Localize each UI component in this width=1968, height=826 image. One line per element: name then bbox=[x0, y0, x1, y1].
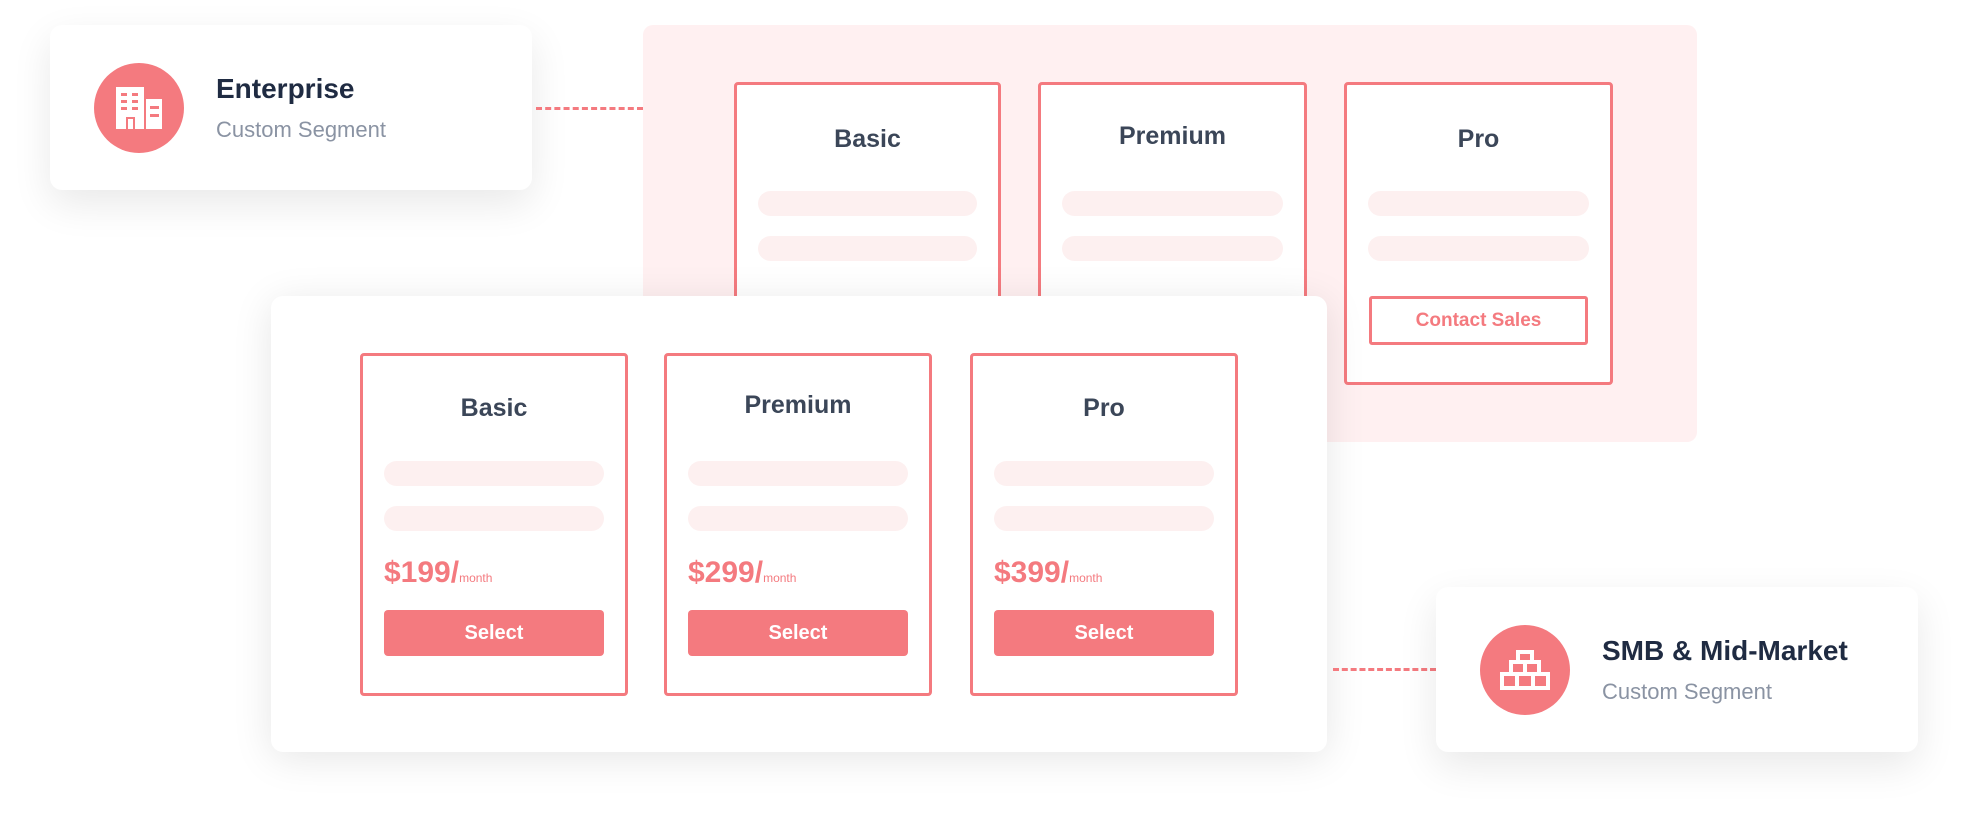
enterprise-segment-card[interactable]: Enterprise Custom Segment bbox=[50, 25, 532, 190]
plan-price: $399/month bbox=[994, 556, 1103, 589]
placeholder-bar bbox=[1062, 191, 1283, 216]
select-button[interactable]: Select bbox=[688, 610, 908, 656]
plan-title: Pro bbox=[1457, 125, 1500, 153]
plan-price: $199/month bbox=[384, 556, 493, 589]
placeholder-bar bbox=[1368, 236, 1589, 261]
placeholder-bar bbox=[1062, 236, 1283, 261]
placeholder-bar bbox=[758, 191, 977, 216]
plan-title: Premium bbox=[744, 391, 852, 419]
plan-title: Pro bbox=[1083, 394, 1125, 422]
placeholder-bar bbox=[758, 236, 977, 261]
placeholder-bar bbox=[1368, 191, 1589, 216]
segment-title: SMB & Mid-Market bbox=[1602, 634, 1848, 666]
plan-title: Basic bbox=[460, 394, 528, 422]
placeholder-bar bbox=[994, 461, 1214, 486]
placeholder-bar bbox=[688, 461, 908, 486]
contact-sales-button[interactable]: Contact Sales bbox=[1369, 296, 1588, 345]
placeholder-bar bbox=[384, 506, 604, 531]
connector-line bbox=[536, 107, 643, 110]
plan-price: $299/month bbox=[688, 556, 797, 589]
placeholder-bar bbox=[384, 461, 604, 486]
select-button[interactable]: Select bbox=[994, 610, 1214, 656]
building-icon bbox=[94, 62, 184, 153]
placeholder-bar bbox=[688, 506, 908, 531]
smb-segment-card[interactable]: SMB & Mid-Market Custom Segment bbox=[1436, 587, 1918, 752]
smb-plan-card-premium: Premium $299/month Select bbox=[664, 353, 932, 696]
smb-plan-card-basic: Basic $199/month Select bbox=[360, 353, 628, 696]
connector-line bbox=[1333, 668, 1436, 671]
segment-subtitle: Custom Segment bbox=[1602, 678, 1772, 704]
placeholder-bar bbox=[994, 506, 1214, 531]
segment-title: Enterprise bbox=[216, 72, 355, 104]
segment-subtitle: Custom Segment bbox=[216, 116, 386, 142]
enterprise-plan-card-pro: Pro Contact Sales bbox=[1344, 82, 1613, 385]
plan-title: Premium bbox=[1119, 122, 1226, 150]
bricks-icon bbox=[1480, 624, 1570, 715]
plan-title: Basic bbox=[834, 125, 901, 153]
smb-plan-card-pro: Pro $399/month Select bbox=[970, 353, 1238, 696]
select-button[interactable]: Select bbox=[384, 610, 604, 656]
